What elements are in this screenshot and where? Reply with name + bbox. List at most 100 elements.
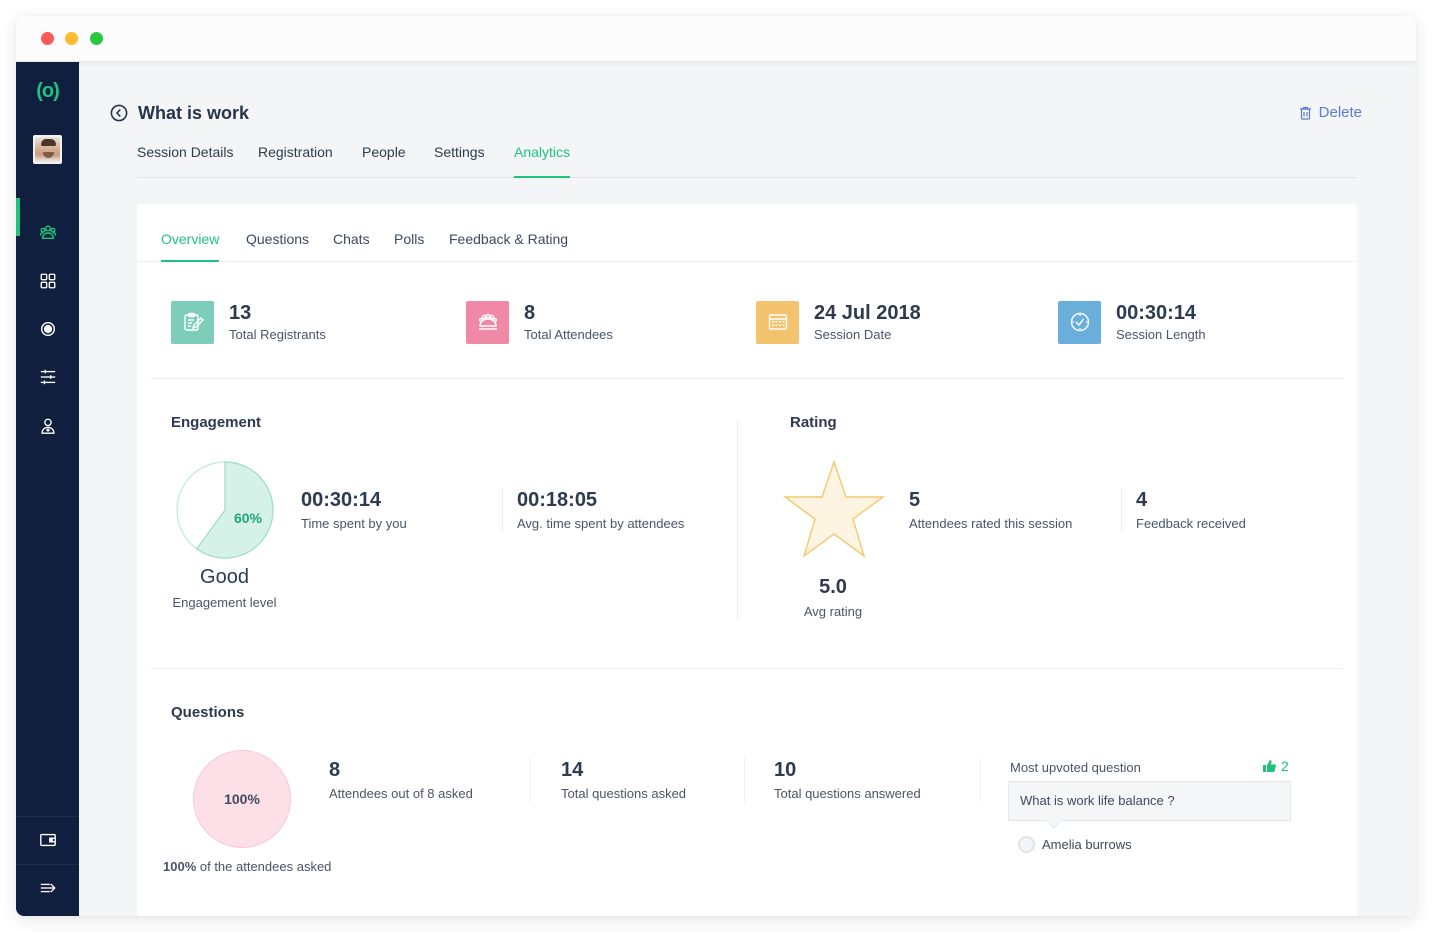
questions-percent-circle: 100% — [193, 750, 291, 848]
questions-caption-percent: 100% — [163, 859, 197, 874]
stat-divider — [530, 758, 531, 802]
close-window-button[interactable] — [41, 32, 54, 45]
analytics-subtabs: Overview Questions Chats Polls Feedback … — [137, 204, 1357, 262]
rating-title: Rating — [790, 414, 837, 431]
sidebar-item-settings[interactable] — [16, 362, 79, 392]
stat-icon-box — [466, 300, 509, 344]
time-spent-you-value: 00:30:14 — [301, 489, 382, 511]
wallet-icon — [39, 833, 56, 847]
total-answered-value: 10 — [774, 759, 797, 781]
delete-button[interactable]: Delete — [1299, 104, 1362, 121]
engagement-title: Engagement — [171, 414, 262, 431]
stat-value: 8 — [524, 302, 536, 324]
stat-icon-box — [1058, 300, 1101, 344]
sidebar-item-profile[interactable] — [16, 411, 79, 441]
section-divider — [151, 668, 1343, 669]
tab-session-details[interactable]: Session Details — [137, 144, 234, 178]
sliders-icon — [40, 369, 55, 385]
stat-session-date: 24 Jul 2018 Session Date — [756, 300, 921, 344]
audience-icon — [478, 313, 497, 330]
total-asked-label: Total questions asked — [561, 786, 687, 801]
stat-divider — [980, 758, 981, 802]
app-window: (o) What is work Delete Session Details … — [16, 16, 1416, 916]
pie-percent-label: 60% — [234, 510, 263, 526]
upvote-count: 2 — [1263, 758, 1289, 774]
session-tabs: Session Details Registration People Sett… — [137, 144, 1357, 178]
stat-icon-box — [756, 300, 799, 344]
stat-divider — [502, 488, 503, 532]
most-upvoted-question[interactable]: What is work life balance ? — [1008, 781, 1291, 821]
tab-analytics[interactable]: Analytics — [514, 144, 571, 178]
speech-bubble-pointer — [1047, 820, 1061, 829]
title-bar — [16, 16, 1416, 62]
subtab-feedback-rating[interactable]: Feedback & Rating — [449, 231, 568, 262]
question-author: Amelia burrows — [1018, 836, 1132, 853]
stat-session-length: 00:30:14 Session Length — [1058, 300, 1206, 344]
upvote-count-value: 2 — [1281, 758, 1289, 774]
tab-registration[interactable]: Registration — [258, 144, 333, 178]
stat-value: 13 — [229, 302, 252, 324]
total-answered-label: Total questions answered — [774, 786, 921, 801]
registration-form-icon — [183, 312, 204, 331]
tab-settings[interactable]: Settings — [434, 144, 485, 178]
app-logo[interactable]: (o) — [16, 80, 79, 103]
section-divider — [151, 378, 1343, 379]
sidebar-item-sessions[interactable] — [16, 217, 79, 247]
sidebar-item-broadcast[interactable] — [16, 314, 79, 344]
attendees-asked-label: Attendees out of 8 asked — [329, 786, 473, 801]
trash-icon — [1299, 106, 1311, 120]
sidebar-item-wallet[interactable] — [16, 825, 79, 855]
subtab-chats[interactable]: Chats — [333, 231, 370, 262]
stat-label: Session Date — [814, 327, 892, 342]
sidebar-item-dashboard[interactable] — [16, 266, 79, 296]
thumbs-up-icon — [1263, 760, 1276, 772]
stat-total-attendees: 8 Total Attendees — [466, 300, 613, 344]
stat-icon-box — [171, 300, 214, 344]
section-vertical-divider — [737, 420, 738, 620]
rated-count-value: 5 — [909, 489, 921, 511]
sidebar-item-expand[interactable] — [16, 873, 79, 903]
attendees-asked-value: 8 — [329, 759, 341, 781]
rated-count-label: Attendees rated this session — [909, 516, 1073, 531]
people-group-icon — [39, 225, 56, 240]
subtab-overview[interactable]: Overview — [161, 231, 220, 262]
questions-caption-text: of the attendees asked — [196, 859, 332, 874]
questions-percent-label: 100% — [224, 791, 260, 807]
questions-title: Questions — [171, 704, 245, 721]
stat-label: Session Length — [1116, 327, 1206, 342]
time-spent-you-label: Time spent by you — [301, 516, 407, 531]
author-name: Amelia burrows — [1042, 837, 1132, 852]
analytics-card: Overview Questions Chats Polls Feedback … — [137, 204, 1357, 916]
star-icon — [782, 459, 886, 558]
avg-time-value: 00:18:05 — [517, 489, 598, 511]
maximize-window-button[interactable] — [90, 32, 103, 45]
stat-label: Total Attendees — [524, 327, 613, 342]
clock-icon — [1070, 312, 1089, 332]
stat-divider — [744, 758, 745, 802]
tab-people[interactable]: People — [362, 144, 406, 178]
avatar-hair — [41, 139, 56, 146]
feedback-count-label: Feedback received — [1136, 516, 1246, 531]
back-arrow-icon[interactable] — [110, 104, 128, 122]
stat-value: 00:30:14 — [1116, 302, 1197, 324]
sidebar-divider — [16, 864, 79, 865]
page-title: What is work — [138, 103, 250, 123]
feedback-count-value: 4 — [1136, 489, 1148, 511]
avg-rating-label: Avg rating — [803, 604, 863, 619]
avg-time-label: Avg. time spent by attendees — [517, 516, 685, 531]
stat-total-registrants: 13 Total Registrants — [171, 300, 326, 344]
sidebar: (o) — [16, 62, 79, 916]
subtab-questions[interactable]: Questions — [246, 231, 309, 262]
stat-divider — [1121, 488, 1122, 532]
subtab-polls[interactable]: Polls — [394, 231, 424, 262]
user-avatar[interactable] — [33, 135, 62, 164]
stat-label: Total Registrants — [229, 327, 326, 342]
engagement-pie: 60% — [175, 460, 275, 560]
delete-label: Delete — [1318, 104, 1362, 121]
grid-icon — [40, 273, 55, 289]
questions-caption: 100% of the attendees asked — [163, 859, 331, 874]
minimize-window-button[interactable] — [65, 32, 78, 45]
total-asked-value: 14 — [561, 759, 584, 781]
avg-rating-value: 5.0 — [819, 576, 847, 598]
stat-value: 24 Jul 2018 — [814, 302, 921, 324]
